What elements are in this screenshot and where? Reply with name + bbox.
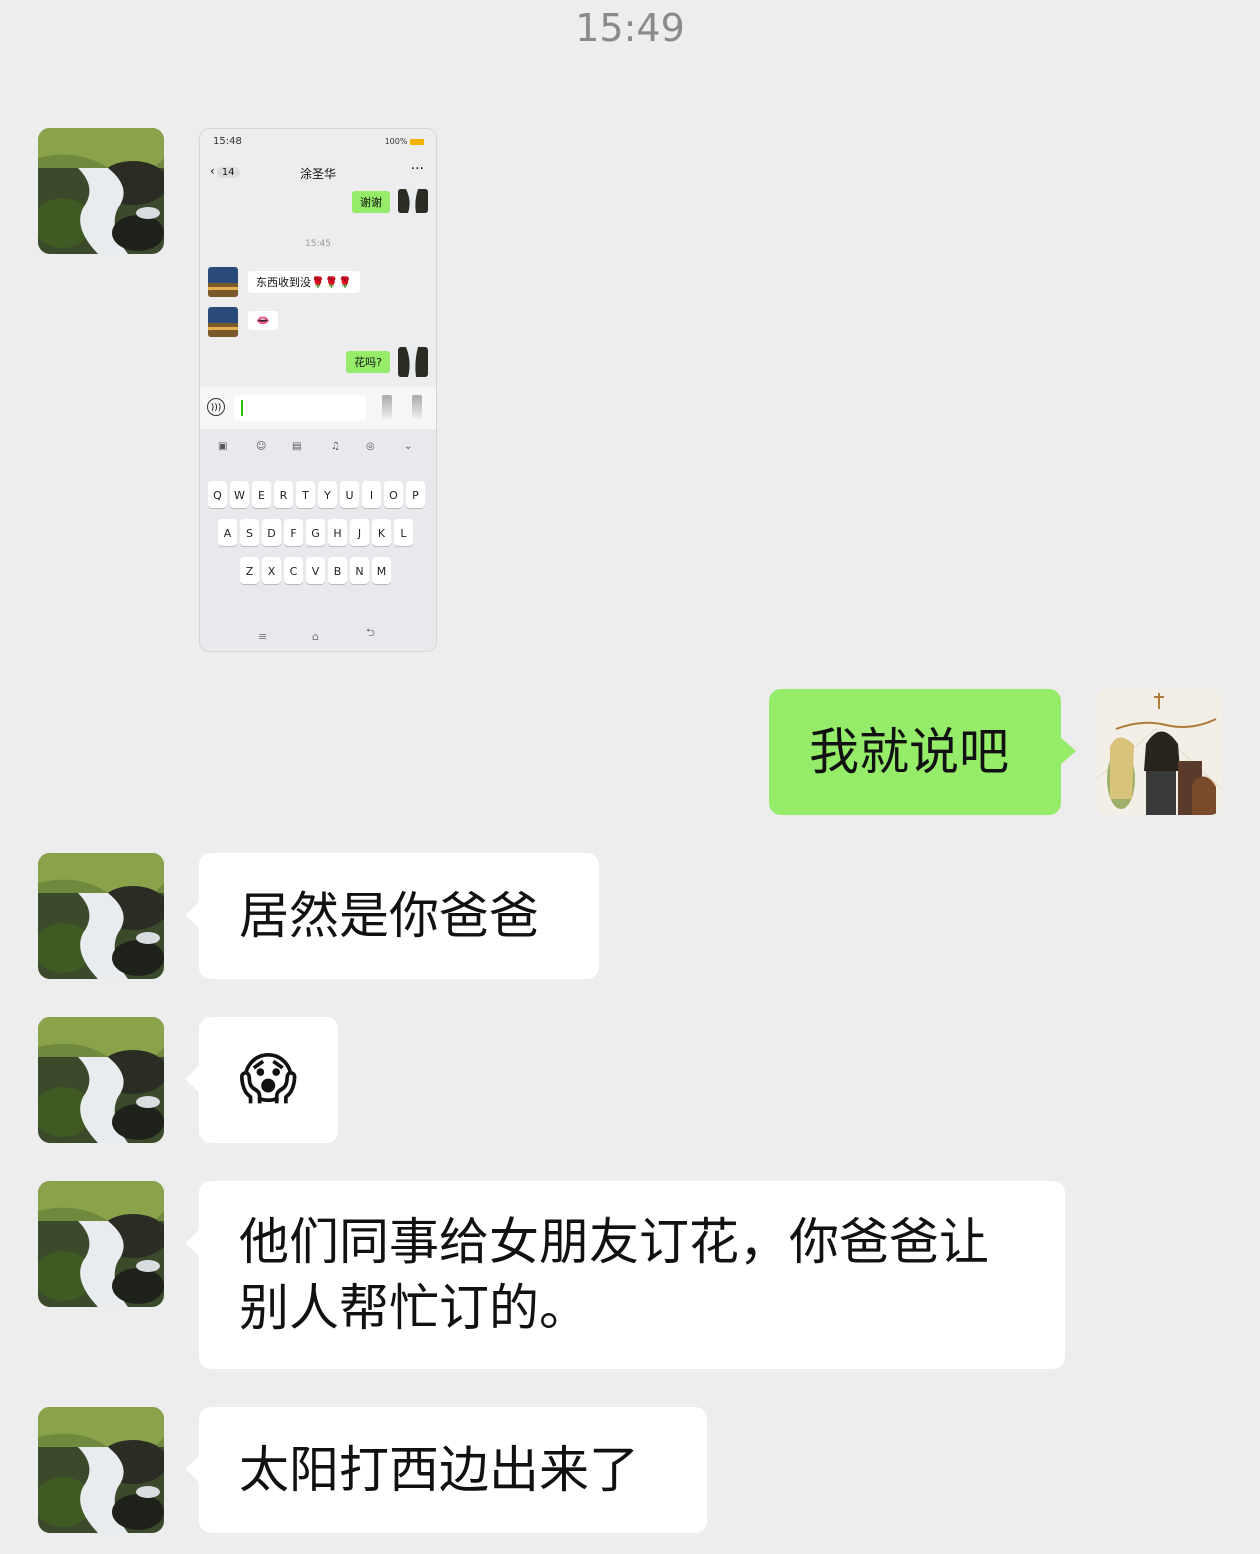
key-p[interactable]: P <box>406 481 425 508</box>
emoji-button[interactable] <box>382 395 392 419</box>
embedded-screenshot[interactable]: 15:48 100% ‹ 14 涂圣华 ··· 谢谢 15:45 东西收到没🌹🌹🌹… <box>199 128 437 652</box>
menu-nav-icon[interactable]: ≡ <box>258 630 267 643</box>
key-w[interactable]: W <box>230 481 249 508</box>
key-u[interactable]: U <box>340 481 359 508</box>
received-message-bubble[interactable]: 居然是你爸爸 <box>185 853 599 979</box>
plus-button[interactable] <box>412 395 422 419</box>
waterfall-avatar <box>38 853 164 979</box>
mini-avatar <box>208 307 238 337</box>
key-j[interactable]: J <box>350 519 369 546</box>
more-icon[interactable]: ··· <box>411 161 424 177</box>
key-x[interactable]: X <box>262 557 281 584</box>
message-text-line: 他们同事给女朋友订花，你爸爸让 <box>239 1213 989 1271</box>
contact-avatar[interactable] <box>38 128 164 254</box>
back-nav-icon[interactable]: ⮌ <box>366 624 375 643</box>
time-divider: 15:49 <box>575 6 685 50</box>
input-bar: ))) <box>200 387 436 429</box>
voice-icon[interactable]: ))) <box>207 398 225 416</box>
status-bar: 15:48 100% <box>200 129 436 155</box>
mini-bubble: 谢谢 <box>352 191 390 213</box>
mini-bubble: 花吗? <box>346 351 390 373</box>
key-s[interactable]: S <box>240 519 259 546</box>
key-o[interactable]: O <box>384 481 403 508</box>
text-caret <box>241 400 243 416</box>
message-text: 居然是你爸爸 <box>239 887 539 945</box>
chat-header: ‹ 14 涂圣华 ··· <box>200 155 436 191</box>
key-z[interactable]: Z <box>240 557 259 584</box>
waterfall-avatar <box>38 128 164 254</box>
home-nav-icon[interactable]: ⌂ <box>312 630 319 643</box>
key-m[interactable]: M <box>372 557 391 584</box>
keyboard-menu-icon[interactable]: ▣ <box>218 441 227 452</box>
collapse-icon[interactable]: ⌄ <box>404 441 412 452</box>
mic-icon[interactable]: ♫ <box>331 441 340 452</box>
key-f[interactable]: F <box>284 519 303 546</box>
mini-bubble: 👄 <box>248 311 278 330</box>
waterfall-avatar <box>38 1407 164 1533</box>
key-n[interactable]: N <box>350 557 369 584</box>
key-l[interactable]: L <box>394 519 413 546</box>
scream-emoji: 😱 <box>239 1047 298 1112</box>
contact-name: 涂圣华 <box>299 167 336 181</box>
contact-avatar[interactable] <box>38 1407 164 1533</box>
waterfall-avatar <box>398 347 428 377</box>
received-message-bubble[interactable]: 他们同事给女朋友订花，你爸爸让 别人帮忙订的。 <box>185 1181 1065 1369</box>
sent-message-bubble[interactable]: 我就说吧 <box>769 689 1076 815</box>
landscape-avatar <box>208 267 238 297</box>
clipboard-icon[interactable]: ▤ <box>292 441 301 452</box>
key-r[interactable]: R <box>274 481 293 508</box>
key-d[interactable]: D <box>262 519 281 546</box>
contact-avatar[interactable] <box>38 853 164 979</box>
key-h[interactable]: H <box>328 519 347 546</box>
message-text-line: 别人帮忙订的。 <box>239 1279 589 1337</box>
landscape-avatar <box>208 307 238 337</box>
emoji-icon[interactable]: ☺ <box>256 441 266 452</box>
key-v[interactable]: V <box>306 557 325 584</box>
key-a[interactable]: A <box>218 519 237 546</box>
keyboard-toolbar: ▣ ☺ ▤ ♫ ◎ ⌄ <box>200 441 436 457</box>
key-t[interactable]: T <box>296 481 315 508</box>
status-right: 100% <box>385 137 424 146</box>
key-k[interactable]: K <box>372 519 391 546</box>
key-g[interactable]: G <box>306 519 325 546</box>
key-b[interactable]: B <box>328 557 347 584</box>
received-emoji-bubble[interactable]: 😱 <box>185 1017 338 1143</box>
battery-label: 100% <box>384 137 408 146</box>
received-message-bubble[interactable]: 太阳打西边出来了 <box>185 1407 707 1533</box>
my-avatar[interactable] <box>1096 689 1222 815</box>
mini-time: 15:45 <box>305 239 331 249</box>
key-q[interactable]: Q <box>208 481 227 508</box>
contact-avatar[interactable] <box>38 1017 164 1143</box>
contact-avatar[interactable] <box>38 1181 164 1307</box>
waterfall-avatar <box>38 1181 164 1307</box>
message-text: 太阳打西边出来了 <box>239 1441 639 1499</box>
key-y[interactable]: Y <box>318 481 337 508</box>
message-input[interactable] <box>234 395 366 421</box>
status-time: 15:48 <box>213 136 242 147</box>
key-c[interactable]: C <box>284 557 303 584</box>
mini-avatar <box>398 189 428 213</box>
mini-avatar <box>208 267 238 297</box>
keyboard: ▣ ☺ ▤ ♫ ◎ ⌄ QWERTYUIOPASDFGHJKLZXCVBNM ⇧… <box>200 429 436 651</box>
battery-icon <box>410 138 424 145</box>
key-e[interactable]: E <box>252 481 271 508</box>
waterfall-avatar <box>398 189 428 213</box>
waterfall-avatar <box>38 1017 164 1143</box>
mini-bubble: 东西收到没🌹🌹🌹 <box>248 271 361 293</box>
ai-icon[interactable]: ◎ <box>366 441 375 452</box>
anime-avatar <box>1096 689 1222 815</box>
key-i[interactable]: I <box>362 481 381 508</box>
mini-avatar <box>398 347 428 377</box>
message-text: 我就说吧 <box>809 723 1009 781</box>
